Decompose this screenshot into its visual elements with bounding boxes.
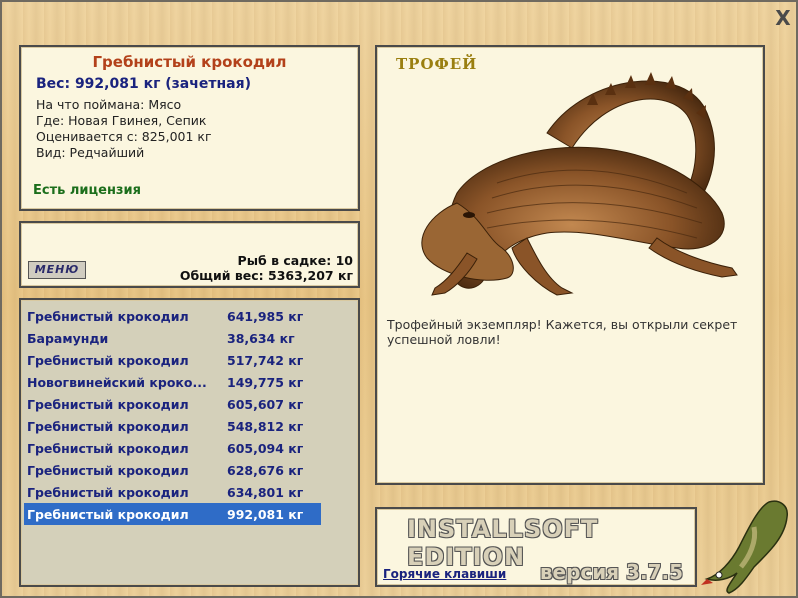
bait-text: На что поймана: Мясо <box>36 97 182 112</box>
catch-fish-name: Гребнистый крокодил <box>27 352 189 368</box>
catch-list-item[interactable]: Новогвинейский кроко... 149,775 кг <box>24 371 321 393</box>
catch-fish-name: Гребнистый крокодил <box>27 308 189 324</box>
trophy-description: Трофейный экземпляр! Кажется, вы открыли… <box>387 317 738 347</box>
catch-list-item[interactable]: Гребнистый крокодил 605,607 кг <box>24 393 321 415</box>
hotkeys-link[interactable]: Горячие клавиши <box>383 567 506 581</box>
fish-title: Гребнистый крокодил <box>92 53 287 71</box>
catch-fish-weight: 605,607 кг <box>227 396 304 412</box>
game-window: X Гребнистый крокодил Вес: 992,081 кг (з… <box>0 0 798 598</box>
total-weight: Общий вес: 5363,207 кг <box>179 268 353 283</box>
catch-list-item[interactable]: Гребнистый крокодил 628,676 кг <box>24 459 321 481</box>
catch-fish-name: Новогвинейский кроко... <box>27 374 207 390</box>
catch-fish-weight: 641,985 кг <box>227 308 304 324</box>
catch-list-item[interactable]: Гребнистый крокодил 992,081 кг <box>24 503 321 525</box>
catch-fish-name: Гребнистый крокодил <box>27 506 189 522</box>
license-status: Есть лицензия <box>33 183 141 198</box>
catch-fish-weight: 548,812 кг <box>227 418 304 434</box>
catch-fish-weight: 634,801 кг <box>227 484 304 500</box>
catch-list-item[interactable]: Барамунди 38,634 кг <box>24 327 321 349</box>
valued-text: Оценивается с: 825,001 кг <box>36 129 212 144</box>
catch-fish-weight: 605,094 кг <box>227 440 304 456</box>
pike-logo-icon <box>701 500 788 594</box>
catch-list-item[interactable]: Гребнистый крокодил 517,742 кг <box>24 349 321 371</box>
catch-list-item[interactable]: Гребнистый крокодил 641,985 кг <box>24 305 321 327</box>
kind-text: Вид: Редчайший <box>36 145 145 160</box>
crocodile-image <box>421 72 738 296</box>
catch-fish-name: Гребнистый крокодил <box>27 396 189 412</box>
catch-fish-name: Гребнистый крокодил <box>27 418 189 434</box>
catch-fish-name: Гребнистый крокодил <box>27 440 189 456</box>
catch-fish-weight: 628,676 кг <box>227 462 304 478</box>
catch-fish-weight: 149,775 кг <box>227 374 304 390</box>
place-text: Где: Новая Гвинея, Сепик <box>36 113 207 128</box>
catch-list-item[interactable]: Гребнистый крокодил 634,801 кг <box>24 481 321 503</box>
catch-fish-name: Гребнистый крокодил <box>27 484 189 500</box>
menu-button[interactable]: МЕНЮ <box>28 261 86 279</box>
cage-stats-panel: МЕНЮ Рыб в садке: 10 Общий вес: 5363,207… <box>19 221 360 288</box>
catch-fish-weight: 38,634 кг <box>227 330 295 346</box>
catch-list-item[interactable]: Гребнистый крокодил 548,812 кг <box>24 415 321 437</box>
fish-weight: Вес: 992,081 кг (зачетная) <box>36 76 251 92</box>
close-icon[interactable]: X <box>773 8 793 28</box>
fish-info-panel: Гребнистый крокодил Вес: 992,081 кг (зач… <box>19 45 360 211</box>
catch-fish-weight: 992,081 кг <box>227 506 304 522</box>
catch-list-item[interactable]: Гребнистый крокодил 605,094 кг <box>24 437 321 459</box>
fish-count: Рыб в садке: 10 <box>237 253 353 268</box>
brand-panel: INSTALLSOFT EDITION Горячие клавиши верс… <box>375 507 697 587</box>
trophy-panel: ТРОФЕЙ Трофейный экземпляр! Кажется, вы … <box>375 45 765 485</box>
version-label: версия 3.7.5 <box>539 560 683 584</box>
catch-fish-weight: 517,742 кг <box>227 352 304 368</box>
catch-fish-name: Гребнистый крокодил <box>27 462 189 478</box>
catch-list: Гребнистый крокодил 641,985 кг Барамунди 38… <box>19 298 360 587</box>
trophy-title: ТРОФЕЙ <box>396 55 478 73</box>
catch-fish-name: Барамунди <box>27 330 109 346</box>
